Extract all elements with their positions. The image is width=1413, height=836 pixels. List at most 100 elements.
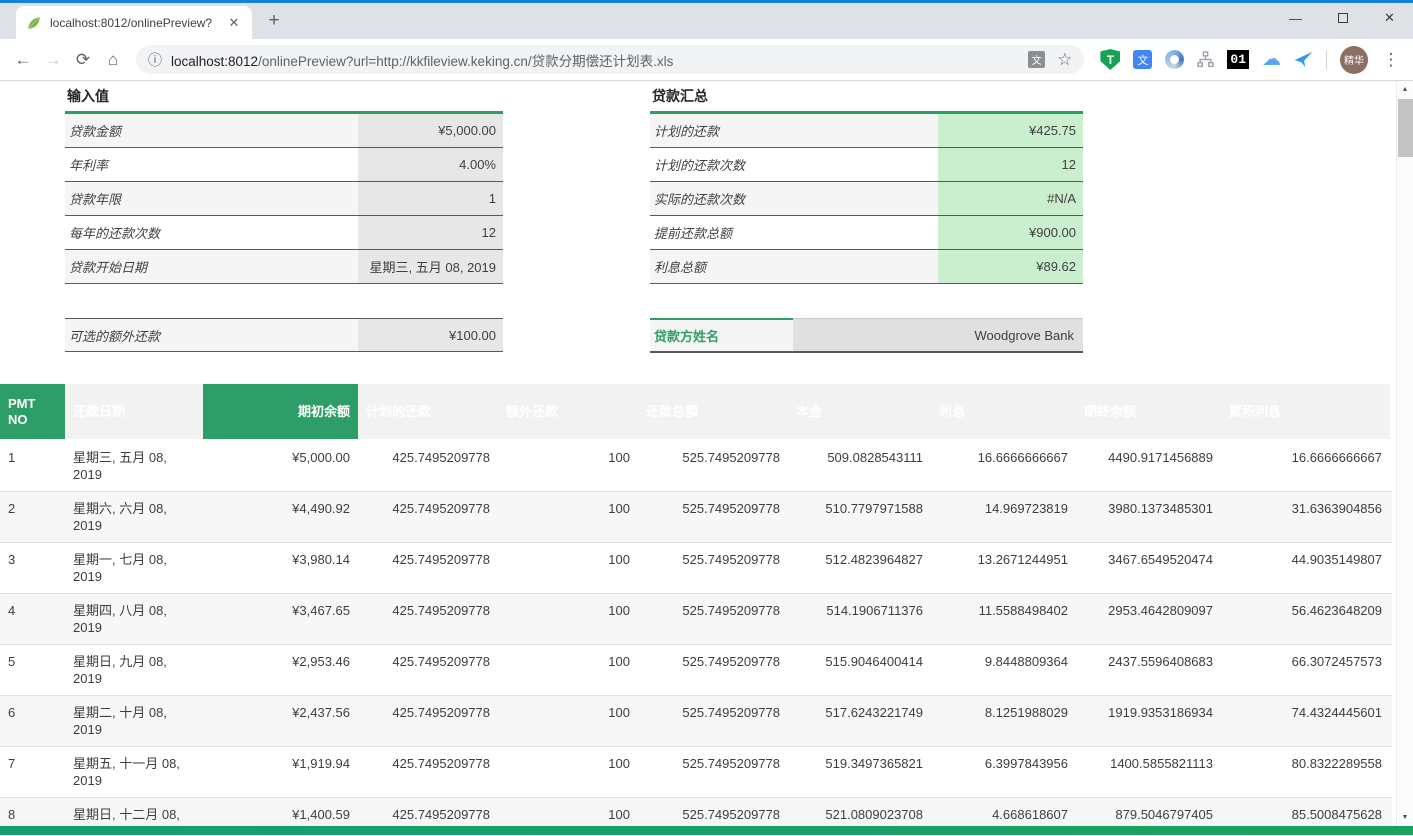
home-button[interactable]: ⌂ [98, 45, 128, 75]
schedule-cell: 512.4823964827 [788, 543, 931, 593]
mini-value: ¥100.00 [358, 319, 503, 351]
schedule-cell: 星期三, 五月 08, 2019 [65, 441, 203, 491]
browser-menu-icon[interactable]: ⋮ [1381, 50, 1401, 70]
schedule-cell: 4 [0, 594, 65, 644]
schedule-header-cell: 计划的还款 [358, 384, 498, 439]
amortization-table: PMT NO还款日期期初余额计划的还款额外还款还款总额本金利息期终余额累积利息 … [0, 384, 1392, 835]
mini-label: 贷款开始日期 [65, 250, 358, 283]
schedule-cell: 525.7495209778 [638, 696, 788, 746]
translate-page-icon[interactable]: 文 [1028, 51, 1045, 68]
maximize-button[interactable] [1319, 2, 1366, 34]
mini-value: 12 [358, 216, 503, 249]
mini-value: ¥900.00 [938, 216, 1083, 249]
swirl-extension-icon[interactable] [1165, 50, 1184, 69]
schedule-cell: 56.4623648209 [1221, 594, 1390, 644]
address-bar[interactable]: ⓘ localhost:8012/onlinePreview?url=http:… [136, 45, 1084, 74]
schedule-cell: 9.8448809364 [931, 645, 1076, 695]
schedule-cell: 100 [498, 747, 638, 797]
tab-close-icon[interactable]: ✕ [226, 15, 242, 31]
schedule-header-cell: 期终余额 [1076, 384, 1221, 439]
mini-label: 计划的还款次数 [650, 148, 938, 181]
scroll-up-button[interactable]: ▲ [1397, 81, 1413, 98]
tab-bar: localhost:8012/onlinePreview? ✕ + — ✕ [0, 3, 1413, 39]
mini-row: 贷款开始日期星期三, 五月 08, 2019 [65, 250, 503, 284]
schedule-cell: 74.4324445601 [1221, 696, 1390, 746]
schedule-cell: 100 [498, 492, 638, 542]
forward-button[interactable]: → [38, 45, 68, 75]
scroll-down-button[interactable]: ▼ [1397, 809, 1413, 826]
scrollbar-thumb[interactable] [1398, 99, 1413, 157]
schedule-cell: 100 [498, 543, 638, 593]
mini-row: 贷款年限1 [65, 182, 503, 216]
browser-tab[interactable]: localhost:8012/onlinePreview? ✕ [16, 6, 252, 39]
schedule-cell: 1400.5855821113 [1076, 747, 1221, 797]
schedule-cell: 425.7495209778 [358, 747, 498, 797]
mini-row: 贷款金额¥5,000.00 [65, 114, 503, 148]
mini-value: 1 [358, 182, 503, 215]
schedule-header-cell: 期初余额 [203, 384, 358, 439]
schedule-cell: ¥2,437.56 [203, 696, 358, 746]
schedule-header-cell: 本金 [788, 384, 931, 439]
loan-summary-title: 贷款汇总 [650, 83, 1083, 114]
schedule-cell: 525.7495209778 [638, 543, 788, 593]
schedule-cell: 517.6243221749 [788, 696, 931, 746]
spreadsheet: 输入值 贷款金额¥5,000.00年利率4.00%贷款年限1每年的还款次数12贷… [0, 81, 1413, 353]
schedule-cell: 16.6666666667 [1221, 441, 1390, 491]
vertical-scrollbar[interactable]: ▲ ▼ [1396, 81, 1413, 826]
schedule-cell: 2 [0, 492, 65, 542]
schedule-cell: ¥3,467.65 [203, 594, 358, 644]
schedule-header-cell: PMT NO [0, 384, 65, 439]
schedule-cell: 2953.4642809097 [1076, 594, 1221, 644]
schedule-cell: 425.7495209778 [358, 594, 498, 644]
schedule-cell: 星期四, 八月 08, 2019 [65, 594, 203, 644]
mini-label: 可选的额外还款 [65, 319, 358, 351]
schedule-row: 7星期五, 十一月 08, 2019¥1,919.94425.749520977… [0, 747, 1392, 798]
cloud-extension-icon[interactable]: ☁ [1262, 48, 1281, 71]
schedule-cell: 1919.9353186934 [1076, 696, 1221, 746]
mini-row: 可选的额外还款 ¥100.00 [65, 318, 503, 352]
mini-row: 利息总额¥89.62 [650, 250, 1083, 284]
page-info-icon[interactable]: ⓘ [148, 50, 162, 70]
schedule-cell: 514.1906711376 [788, 594, 931, 644]
badge-01-extension-icon[interactable]: 01 [1227, 50, 1249, 69]
schedule-cell: 31.6363904856 [1221, 492, 1390, 542]
translate-extension-icon[interactable]: 文 [1133, 50, 1152, 69]
schedule-cell: 525.7495209778 [638, 492, 788, 542]
minimize-button[interactable]: — [1272, 2, 1319, 34]
loan-summary-table: 贷款汇总 计划的还款¥425.75计划的还款次数12实际的还款次数#N/A提前还… [650, 83, 1083, 353]
sitemap-extension-icon[interactable] [1197, 51, 1214, 68]
browser-toolbar: ← → ⟳ ⌂ ⓘ localhost:8012/onlinePreview?u… [0, 39, 1413, 81]
mini-label: 年利率 [65, 148, 358, 181]
schedule-cell: 7 [0, 747, 65, 797]
schedule-header: PMT NO还款日期期初余额计划的还款额外还款还款总额本金利息期终余额累积利息 [0, 384, 1392, 439]
schedule-cell: 525.7495209778 [638, 441, 788, 491]
bookmark-star-icon[interactable]: ☆ [1057, 50, 1072, 70]
close-button[interactable]: ✕ [1366, 2, 1413, 34]
extensions-area: T 文 01 ☁ 精华 ⋮ [1092, 46, 1405, 74]
schedule-cell: 510.7797971588 [788, 492, 931, 542]
bird-extension-icon[interactable] [1294, 50, 1313, 69]
reload-button[interactable]: ⟳ [68, 45, 98, 75]
toolbar-separator [1326, 50, 1327, 70]
schedule-cell: 星期二, 十月 08, 2019 [65, 696, 203, 746]
mini-row: 计划的还款¥425.75 [650, 114, 1083, 148]
schedule-row: 4星期四, 八月 08, 2019¥3,467.65425.7495209778… [0, 594, 1392, 645]
schedule-cell: 80.8322289558 [1221, 747, 1390, 797]
profile-avatar[interactable]: 精华 [1340, 46, 1368, 74]
back-button[interactable]: ← [8, 45, 38, 75]
schedule-cell: 100 [498, 645, 638, 695]
schedule-row: 3星期一, 七月 08, 2019¥3,980.14425.7495209778… [0, 543, 1392, 594]
schedule-header-cell: 额外还款 [498, 384, 638, 439]
kkfileview-leaf-icon [26, 15, 42, 31]
bottom-green-bar [0, 826, 1413, 835]
schedule-cell: 6 [0, 696, 65, 746]
schedule-cell: 525.7495209778 [638, 747, 788, 797]
spacer-row [65, 284, 503, 318]
schedule-cell: 4490.9171456889 [1076, 441, 1221, 491]
shield-extension-icon[interactable]: T [1100, 49, 1120, 70]
schedule-cell: 5 [0, 645, 65, 695]
new-tab-button[interactable]: + [262, 10, 286, 32]
schedule-cell: 100 [498, 594, 638, 644]
summary-rows: 计划的还款¥425.75计划的还款次数12实际的还款次数#N/A提前还款总额¥9… [650, 114, 1083, 284]
schedule-cell: 525.7495209778 [638, 645, 788, 695]
